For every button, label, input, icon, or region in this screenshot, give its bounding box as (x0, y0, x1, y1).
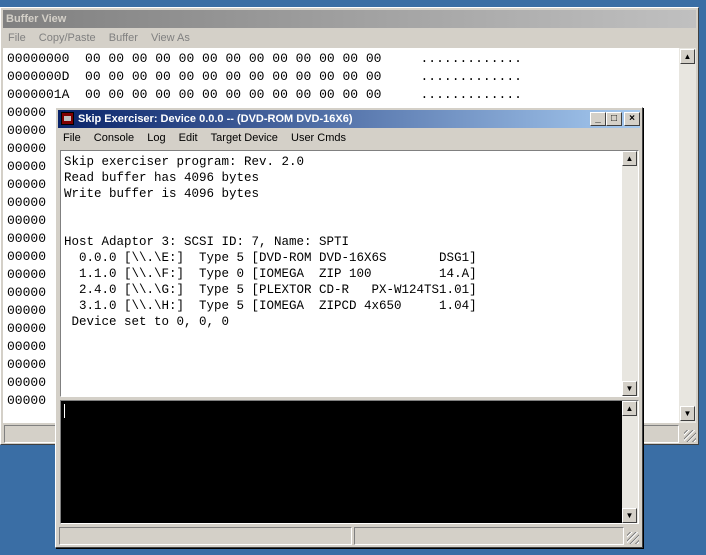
menu-edit[interactable]: Edit (174, 128, 203, 148)
console-line: Write buffer is 4096 bytes (64, 187, 260, 201)
menu-user-cmds[interactable]: User Cmds (286, 128, 351, 148)
hex-row: 00000 (7, 212, 46, 230)
hex-row: 00000 (7, 374, 46, 392)
text-caret (64, 404, 65, 418)
hex-row: 00000 (7, 122, 46, 140)
hex-address: 00000 (7, 393, 47, 408)
skip-exerciser-menubar: File Console Log Edit Target Device User… (58, 128, 640, 148)
console-vertical-scrollbar[interactable]: ▲ ▼ (622, 151, 638, 396)
skip-exerciser-titlebar[interactable]: Skip Exerciser: Device 0.0.0 -- (DVD-ROM… (58, 110, 640, 128)
hex-address: 00000 (7, 105, 47, 120)
minimize-button[interactable]: _ (590, 112, 606, 126)
console-line: Host Adaptor 3: SCSI ID: 7, Name: SPTI (64, 235, 350, 249)
input-vertical-scrollbar[interactable]: ▲ ▼ (622, 401, 638, 523)
scroll-down-arrow-icon[interactable]: ▼ (622, 508, 637, 523)
scroll-up-arrow-icon[interactable]: ▲ (622, 401, 637, 416)
skip-exerciser-title: Skip Exerciser: Device 0.0.0 -- (DVD-ROM… (78, 113, 353, 125)
hex-row: 00000 (7, 338, 46, 356)
command-input[interactable]: ▲ ▼ (60, 400, 639, 524)
hex-row: 00000 (7, 248, 46, 266)
buffer-view-title: Buffer View (6, 13, 67, 25)
hex-address: 00000 (7, 141, 47, 156)
hex-address: 00000 (7, 267, 47, 282)
menu-file[interactable]: File (58, 128, 86, 148)
hex-bytes: 00 00 00 00 00 00 00 00 00 00 00 00 00 (85, 87, 382, 102)
hex-row: 00000 (7, 158, 46, 176)
hex-address: 00000 (7, 123, 47, 138)
hex-address: 00000 (7, 177, 47, 192)
buffer-view-titlebar[interactable]: Buffer View (3, 10, 696, 28)
menu-console[interactable]: Console (89, 128, 139, 148)
hex-row: 0000000D 00 00 00 00 00 00 00 00 00 00 0… (7, 68, 522, 86)
hex-row: 00000 (7, 176, 46, 194)
hex-address: 0000001A (7, 87, 70, 102)
scroll-down-arrow-icon[interactable]: ▼ (680, 406, 695, 421)
hex-address: 00000 (7, 231, 47, 246)
hex-row: 00000 (7, 266, 46, 284)
scroll-up-arrow-icon[interactable]: ▲ (622, 151, 637, 166)
console-line: 2.4.0 [\\.\G:] Type 5 [PLEXTOR CD-R PX-W… (64, 283, 477, 297)
hex-address: 00000 (7, 213, 47, 228)
hex-address: 0000000D (7, 69, 70, 84)
hex-address: 00000 (7, 285, 47, 300)
menu-view-as[interactable]: View As (146, 28, 195, 48)
menu-copy-paste[interactable]: Copy/Paste (34, 28, 101, 48)
scroll-up-arrow-icon[interactable]: ▲ (680, 49, 695, 64)
app-icon (61, 112, 74, 125)
maximize-button[interactable]: □ (606, 112, 622, 126)
hex-row: 00000 (7, 302, 46, 320)
scroll-down-arrow-icon[interactable]: ▼ (622, 381, 637, 396)
hex-row: 00000 (7, 320, 46, 338)
menu-file[interactable]: File (3, 28, 31, 48)
resize-grip-icon[interactable] (627, 532, 639, 544)
hex-row: 00000 (7, 194, 46, 212)
hex-bytes: 00 00 00 00 00 00 00 00 00 00 00 00 00 (85, 69, 382, 84)
hex-address: 00000 (7, 249, 47, 264)
hex-row: 00000 (7, 392, 46, 410)
console-output[interactable]: Skip exerciser program: Rev. 2.0 Read bu… (60, 150, 639, 397)
console-line: 1.1.0 [\\.\F:] Type 0 [IOMEGA ZIP 100 14… (64, 267, 477, 281)
console-line: 0.0.0 [\\.\E:] Type 5 [DVD-ROM DVD-16X6S… (64, 251, 477, 265)
hex-ascii: ............. (420, 69, 522, 84)
hex-ascii: ............. (420, 87, 522, 102)
hex-ascii: ............. (420, 51, 522, 66)
hex-address: 00000 (7, 339, 47, 354)
hex-bytes: 00 00 00 00 00 00 00 00 00 00 00 00 00 (85, 51, 382, 66)
menu-log[interactable]: Log (142, 128, 170, 148)
hex-row: 00000 (7, 104, 46, 122)
hex-address: 00000 (7, 321, 47, 336)
hex-row: 00000 (7, 140, 46, 158)
resize-grip-icon[interactable] (684, 430, 696, 442)
hex-row: 00000000 00 00 00 00 00 00 00 00 00 00 0… (7, 50, 522, 68)
buffer-view-menubar: File Copy/Paste Buffer View As (3, 28, 696, 48)
hex-address: 00000 (7, 303, 47, 318)
close-button[interactable]: × (624, 112, 640, 126)
skip-exerciser-window: Skip Exerciser: Device 0.0.0 -- (DVD-ROM… (55, 107, 643, 548)
menu-buffer[interactable]: Buffer (104, 28, 143, 48)
console-line: Skip exerciser program: Rev. 2.0 (64, 155, 305, 169)
status-pane-right (354, 527, 624, 545)
hex-address: 00000 (7, 159, 47, 174)
console-line: Device set to 0, 0, 0 (64, 315, 230, 329)
hex-address: 00000 (7, 195, 47, 210)
hex-row: 00000 (7, 230, 46, 248)
console-line: Read buffer has 4096 bytes (64, 171, 260, 185)
hex-row: 0000001A 00 00 00 00 00 00 00 00 00 00 0… (7, 86, 522, 104)
hex-row: 00000 (7, 284, 46, 302)
hex-address: 00000 (7, 357, 47, 372)
hex-address: 00000000 (7, 51, 70, 66)
menu-target-device[interactable]: Target Device (206, 128, 283, 148)
status-pane-left (59, 527, 352, 545)
hex-row: 00000 (7, 356, 46, 374)
hex-address: 00000 (7, 375, 47, 390)
console-line: 3.1.0 [\\.\H:] Type 5 [IOMEGA ZIPCD 4x65… (64, 299, 477, 313)
buffer-vertical-scrollbar[interactable]: ▲ ▼ (679, 48, 696, 423)
